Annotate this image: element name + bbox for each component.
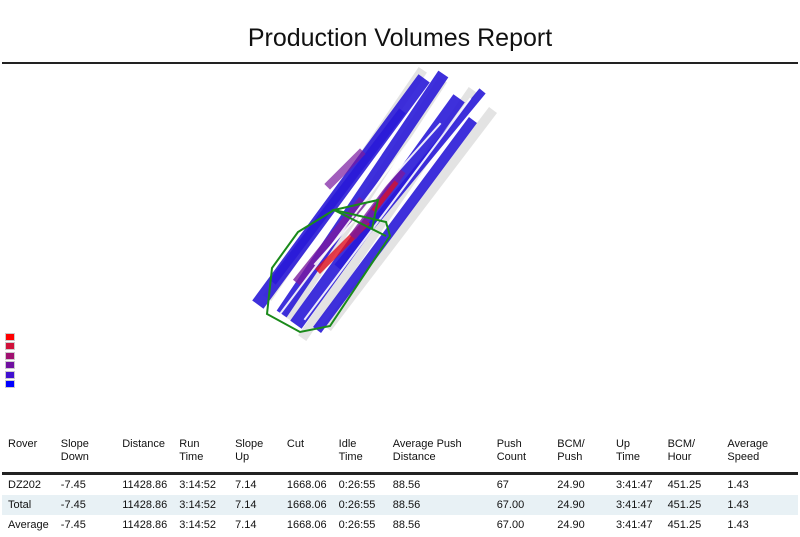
legend-swatch [5,342,15,351]
column-header[interactable]: Distance [116,436,173,474]
table-cell: -7.45 [60,519,86,531]
column-header[interactable]: Idle Time [333,436,387,474]
table-cell: DZ202 [8,479,42,491]
table-cell: 1668.06 [286,519,327,531]
table-cell: 1.43 [727,479,749,491]
column-header[interactable]: Run Time [173,436,229,474]
column-header[interactable]: Slope Down [55,436,116,474]
table-cell: 0:26:55 [338,479,376,491]
column-header[interactable]: BCM/ Push [551,436,610,474]
legend-swatch [5,370,15,379]
legend-swatch [5,361,15,370]
column-header[interactable]: Push Count [491,436,552,474]
column-header[interactable]: BCM/ Hour [662,436,722,474]
table-cell: -7.45 [60,499,86,511]
production-heatmap [252,67,498,341]
table-cell: -7.45 [60,479,86,491]
table-cell: 0:26:55 [338,499,376,511]
table-cell: 0:26:55 [338,519,376,531]
table-cell: 3:14:52 [179,499,216,511]
table-cell: 3:14:52 [179,519,216,531]
table-cell: 11428.86 [122,519,168,531]
legend-swatch [5,333,15,341]
table-cell: 67 [496,479,509,491]
column-header[interactable]: Average Push Distance [387,436,491,474]
column-header[interactable]: Cut [281,436,333,474]
table-cell: 24.90 [557,519,585,531]
table-cell: 451.25 [667,479,702,491]
table-cell: 3:14:52 [179,479,216,491]
table-cell: 24.90 [557,479,585,491]
table-row: DZ202 -7.45 11428.86 3:14:52 7.14 1668.06 0:26… [2,474,798,496]
column-header[interactable]: Up Time [610,436,662,474]
table-cell: Average [8,519,49,531]
table-cell: 88.56 [392,499,421,511]
table-cell: 88.56 [392,519,421,531]
table-cell: 3:41:47 [615,499,653,511]
column-header[interactable]: Slope Up [229,436,281,474]
table-cell: 67.00 [496,519,525,531]
table-cell: Total [8,499,32,511]
table-cell: 11428.86 [122,499,168,511]
table-cell: 67.00 [496,499,525,511]
table-row: Total -7.45 11428.86 3:14:52 7.14 1668.06 0:26… [2,495,798,515]
heatmap-strips [252,67,498,341]
table-cell: 88.56 [392,479,421,491]
table-cell: 451.25 [667,499,702,511]
table-cell: 451.25 [667,519,702,531]
table-cell: 1.43 [727,519,749,531]
table-cell: 1.43 [727,499,749,511]
column-header[interactable]: Rover [2,436,55,474]
table-cell: 3:41:47 [615,479,653,491]
table-cell: 7.14 [235,519,257,531]
table-header: Rover Slope Down Distance Run Time Slope Up C… [2,436,798,474]
production-table: Rover Slope Down Distance Run Time Slope Up C… [2,436,798,535]
table-cell: 24.90 [557,499,585,511]
table-cell: 11428.86 [122,479,168,491]
table-cell: 7.14 [235,499,257,511]
table-cell: 3:41:47 [615,519,653,531]
heatmap-legend [5,333,15,389]
table-cell: 7.14 [235,479,257,491]
table-cell: 1668.06 [286,499,327,511]
table-cell: 1668.06 [286,479,327,491]
table-row: Average -7.45 11428.86 3:14:52 7.14 1668.06 0:… [2,515,798,535]
legend-swatch [5,351,15,360]
legend-swatch [5,379,15,388]
report-title: Production Volumes Report [247,24,553,52]
column-header[interactable]: Average Speed [721,436,798,474]
